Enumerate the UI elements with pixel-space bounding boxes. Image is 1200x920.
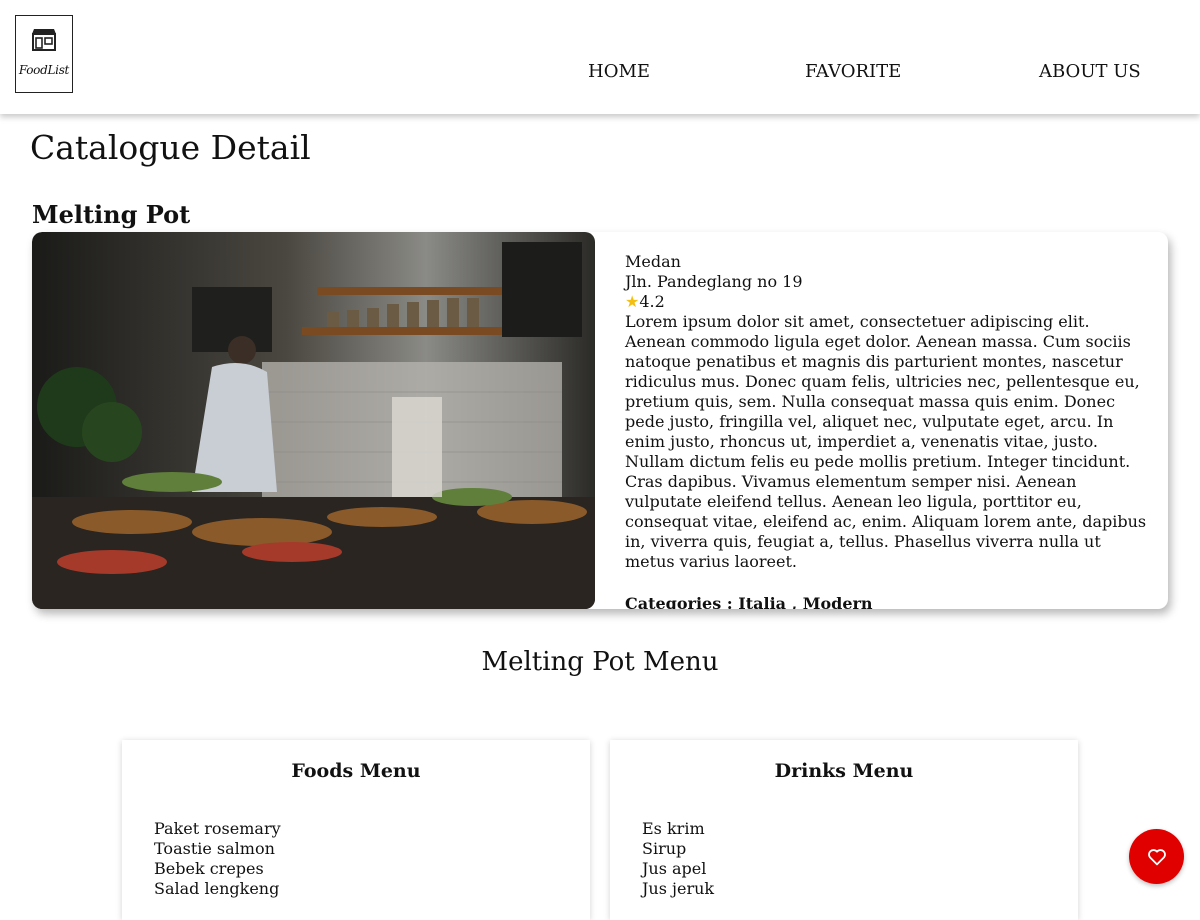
list-item: Sirup xyxy=(642,839,687,858)
heart-icon xyxy=(1147,848,1166,865)
restaurant-categories: Categories : Italia , Modern xyxy=(625,594,873,609)
restaurant-photo xyxy=(32,232,595,609)
restaurant-description: Lorem ipsum dolor sit amet, consectetuer… xyxy=(625,312,1147,571)
star-icon: ★ xyxy=(625,292,640,311)
list-item: Toastie salmon xyxy=(154,839,275,858)
site-header: FoodList HOME FAVORITE ABOUT US xyxy=(0,0,1200,114)
nav-home[interactable]: HOME xyxy=(588,61,650,82)
drinks-menu-title: Drinks Menu xyxy=(774,760,914,782)
menu-section-title: Melting Pot Menu xyxy=(481,647,719,677)
restaurant-city: Medan xyxy=(625,252,681,271)
favorite-button[interactable] xyxy=(1129,829,1184,884)
restaurant-detail-card: Medan Jln. Pandeglang no 19 ★4.2 Lorem i… xyxy=(32,232,1168,609)
restaurant-rating: ★4.2 xyxy=(625,292,1155,312)
drinks-menu-list: Es krim Sirup Jus apel Jus jeruk xyxy=(642,819,714,899)
foods-menu-title: Foods Menu xyxy=(291,760,421,782)
restaurant-address: Jln. Pandeglang no 19 xyxy=(625,272,803,291)
list-item: Jus apel xyxy=(642,859,707,878)
list-item: Paket rosemary xyxy=(154,819,281,838)
foodlist-logo[interactable]: FoodList xyxy=(15,15,73,93)
restaurant-name: Melting Pot xyxy=(32,200,191,229)
list-item: Bebek crepes xyxy=(154,859,264,878)
nav-about-us[interactable]: ABOUT US xyxy=(1039,61,1141,82)
drinks-menu-card: Drinks Menu Es krim Sirup Jus apel Jus j… xyxy=(610,740,1078,920)
foods-menu-list: Paket rosemary Toastie salmon Bebek crep… xyxy=(154,819,281,899)
nav-favorite[interactable]: FAVORITE xyxy=(805,61,901,82)
logo-text: FoodList xyxy=(18,63,70,77)
store-icon xyxy=(32,29,56,51)
list-item: Jus jeruk xyxy=(642,879,715,898)
foods-menu-card: Foods Menu Paket rosemary Toastie salmon… xyxy=(122,740,590,920)
page-title: Catalogue Detail xyxy=(30,128,311,167)
restaurant-info: Medan Jln. Pandeglang no 19 ★4.2 Lorem i… xyxy=(625,252,1155,572)
list-item: Salad lengkeng xyxy=(154,879,280,898)
list-item: Es krim xyxy=(642,819,705,838)
rating-value: 4.2 xyxy=(639,292,665,311)
